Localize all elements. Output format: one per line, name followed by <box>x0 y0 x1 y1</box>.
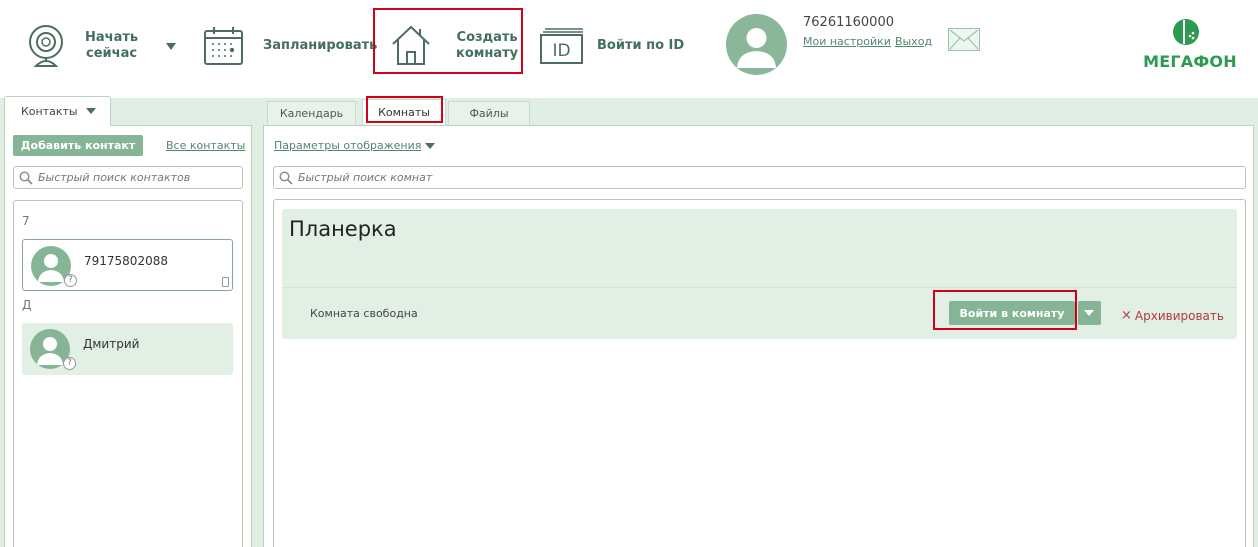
start-now-button[interactable]: Начать сейчас <box>24 22 138 70</box>
archive-button[interactable]: × Архивировать <box>1121 308 1224 323</box>
contacts-tab-label: Контакты <box>21 105 78 118</box>
house-icon <box>392 25 430 65</box>
enter-room-button[interactable]: Войти в комнату <box>949 301 1075 325</box>
logout-link[interactable]: Выход <box>895 35 932 48</box>
rooms-search-input[interactable] <box>298 169 1238 186</box>
top-toolbar: Начать сейчас Запланировать Создать комн… <box>0 0 1258 98</box>
join-by-id-label: Войти по ID <box>597 38 685 53</box>
webcam-icon <box>29 25 63 67</box>
tab-calendar[interactable]: Календарь <box>267 101 356 125</box>
user-silhouette-icon <box>737 28 776 68</box>
room-status: Комната свободна <box>310 307 418 320</box>
room-card: Планерка Комната свободна Войти в комнат… <box>282 209 1237 339</box>
tab-rooms[interactable]: Комнаты <box>362 99 446 125</box>
contacts-search <box>13 166 243 189</box>
search-icon <box>279 171 293 185</box>
megafon-logo: МегаФон <box>1140 18 1240 74</box>
archive-label: Архивировать <box>1134 308 1224 323</box>
megafon-logo-icon <box>1173 19 1199 45</box>
tab-files[interactable]: Файлы <box>448 101 530 125</box>
enter-room-dropdown[interactable] <box>1078 301 1101 325</box>
presence-unknown-icon: ? <box>64 274 77 287</box>
group-letter: 7 <box>22 214 30 228</box>
all-contacts-link[interactable]: Все контакты <box>166 139 245 152</box>
user-number: 76261160000 <box>803 15 894 30</box>
schedule-label: Запланировать <box>263 38 378 53</box>
schedule-button[interactable]: Запланировать <box>203 26 377 66</box>
contacts-tab[interactable]: Контакты <box>4 96 111 126</box>
search-icon <box>19 171 33 185</box>
chevron-down-icon[interactable] <box>425 143 435 149</box>
group-letter: Д <box>22 298 32 312</box>
user-avatar[interactable] <box>726 14 787 75</box>
my-settings-link[interactable]: Мои настройки <box>803 35 891 48</box>
mail-icon[interactable] <box>948 28 980 51</box>
display-params-link[interactable]: Параметры отображения <box>274 139 421 152</box>
phone-icon <box>222 277 229 287</box>
start-now-dropdown-icon[interactable] <box>166 43 176 50</box>
contacts-list: 7 ? 79175802088 Д ? Дмитрий <box>13 200 243 547</box>
add-contact-button[interactable]: Добавить контакт <box>13 135 143 156</box>
contact-name: 79175802088 <box>84 254 168 268</box>
presence-unknown-icon: ? <box>63 357 76 370</box>
contact-name: Дмитрий <box>83 337 140 351</box>
contacts-search-input[interactable] <box>38 169 238 186</box>
create-room-label: Создать комнату <box>456 30 519 61</box>
contact-item[interactable]: ? 79175802088 <box>22 239 233 291</box>
start-now-label: Начать сейчас <box>85 30 139 61</box>
calendar-icon <box>204 27 243 65</box>
rooms-search <box>273 166 1246 189</box>
contact-item[interactable]: ? Дмитрий <box>22 323 233 375</box>
close-icon: × <box>1121 308 1132 323</box>
create-room-button[interactable]: Создать комнату <box>390 24 518 68</box>
id-card-icon: ID <box>540 28 583 64</box>
room-divider <box>282 287 1237 288</box>
room-title: Планерка <box>289 217 397 241</box>
chevron-down-icon <box>86 108 96 114</box>
chevron-down-icon <box>1084 310 1094 316</box>
join-by-id-button[interactable]: ID Войти по ID <box>539 26 684 66</box>
svg-text:ID: ID <box>552 41 570 61</box>
megafon-logo-text: МегаФон <box>1143 52 1237 71</box>
